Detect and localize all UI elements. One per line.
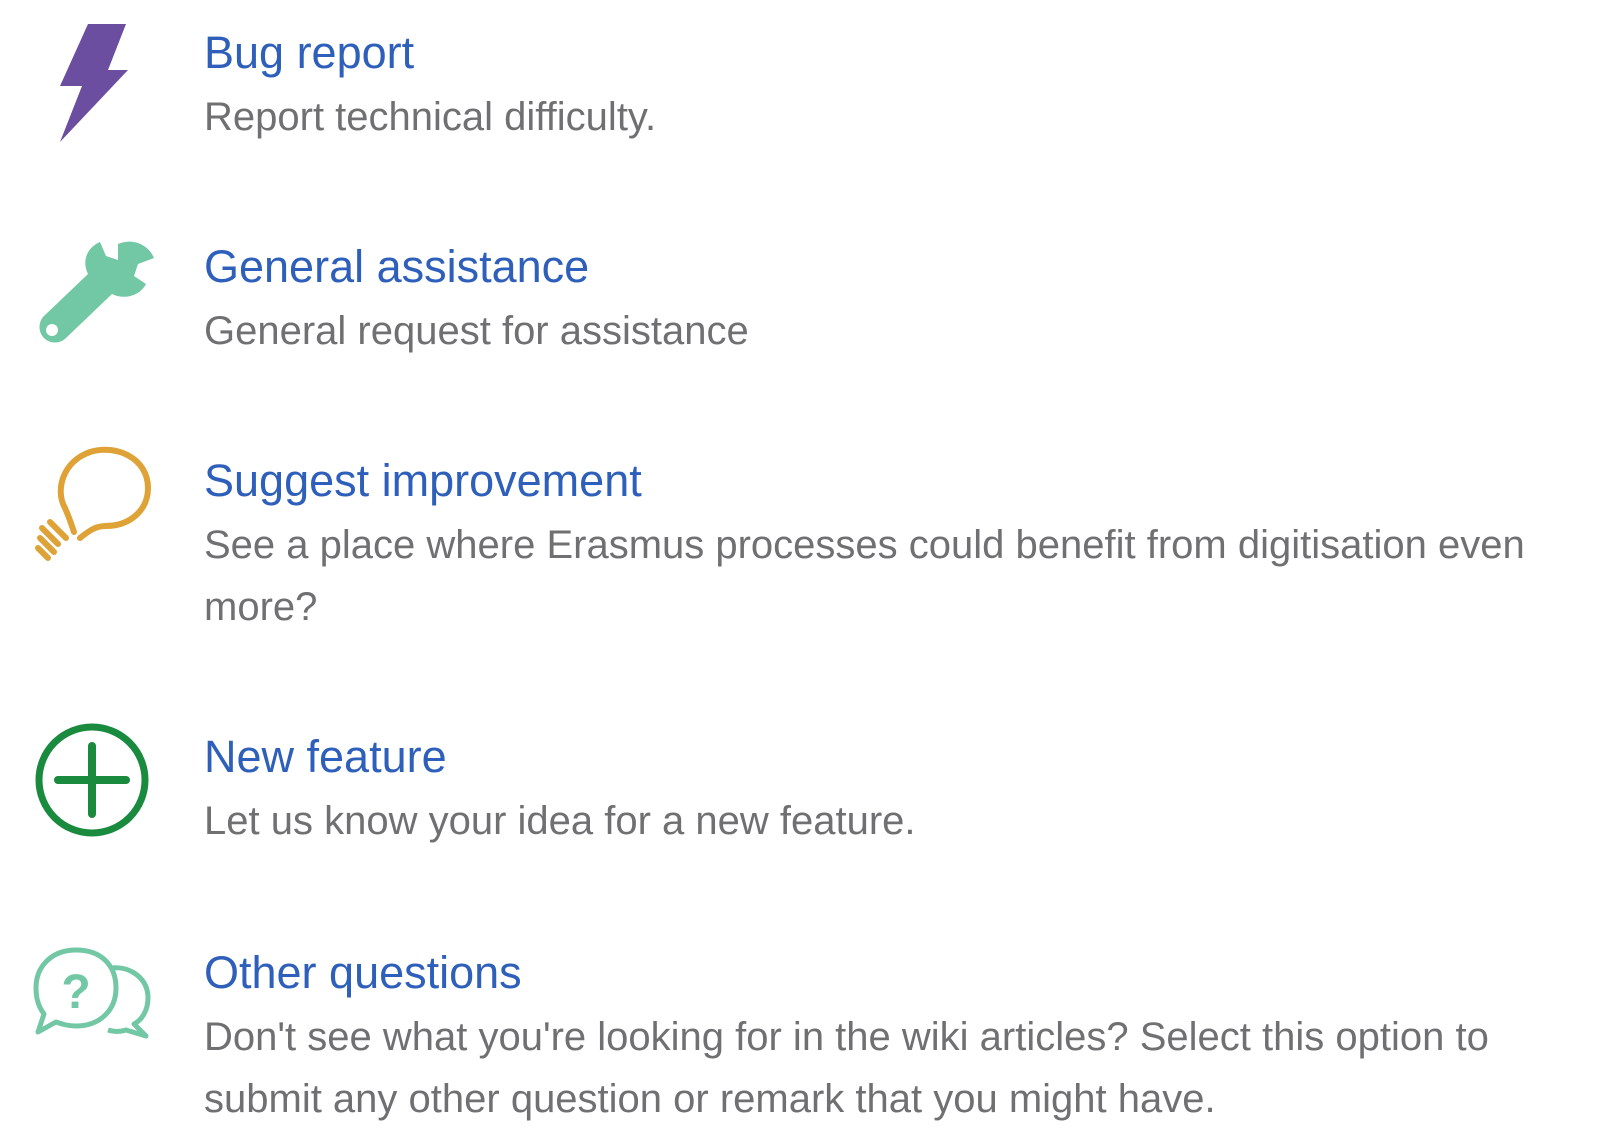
request-type-suggest-improvement[interactable]: Suggest improvement See a place where Er… bbox=[0, 446, 1614, 632]
request-type-list: Bug report Report technical difficulty. … bbox=[0, 0, 1614, 1131]
request-type-description: See a place where Erasmus processes coul… bbox=[204, 523, 1525, 629]
request-type-title[interactable]: Bug report bbox=[204, 24, 414, 82]
request-type-description: Let us know your idea for a new feature. bbox=[204, 799, 916, 843]
request-type-description: Don't see what you're looking for in the… bbox=[204, 1015, 1489, 1121]
question-chat-bubbles-icon: ? bbox=[30, 932, 160, 1062]
request-type-general-assistance[interactable]: General assistance General request for a… bbox=[0, 238, 1614, 368]
request-type-title[interactable]: General assistance bbox=[204, 238, 589, 296]
request-type-title[interactable]: New feature bbox=[204, 728, 447, 786]
wrench-icon bbox=[30, 238, 160, 368]
plus-circle-icon bbox=[30, 718, 160, 848]
request-type-title[interactable]: Suggest improvement bbox=[204, 452, 642, 510]
request-type-description: Report technical difficulty. bbox=[204, 95, 657, 139]
request-type-other-questions[interactable]: ? Other questions Don't see what you're … bbox=[0, 944, 1614, 1124]
request-type-new-feature[interactable]: New feature Let us know your idea for a … bbox=[0, 723, 1614, 858]
lightbulb-icon bbox=[30, 440, 160, 570]
svg-text:?: ? bbox=[61, 966, 90, 1019]
request-type-bug-report[interactable]: Bug report Report technical difficulty. bbox=[0, 24, 1614, 154]
lightning-bolt-icon bbox=[30, 24, 160, 154]
request-type-title[interactable]: Other questions bbox=[204, 944, 522, 1002]
request-type-description: General request for assistance bbox=[204, 309, 749, 353]
